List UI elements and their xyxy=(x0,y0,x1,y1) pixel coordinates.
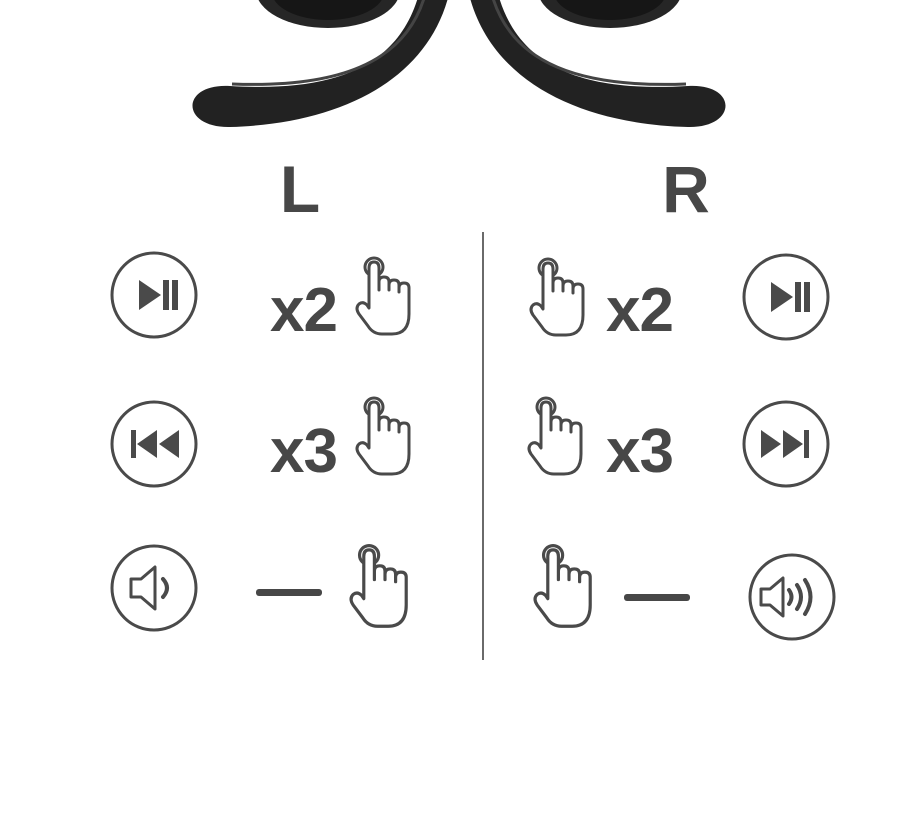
right-earbud xyxy=(470,0,726,128)
right-side-label: R xyxy=(662,152,710,226)
tap-count: x3 xyxy=(270,417,338,486)
hold-indicator xyxy=(624,594,690,601)
tap-count: x2 xyxy=(606,276,674,345)
tap-count: x2 xyxy=(270,276,338,345)
hold-indicator xyxy=(256,589,322,596)
previous-track-icon xyxy=(110,400,198,488)
play-pause-icon xyxy=(742,253,830,341)
center-divider xyxy=(482,232,484,660)
tap-gesture-icon xyxy=(355,256,411,336)
volume-up-icon xyxy=(748,553,836,641)
left-side-label: L xyxy=(279,152,321,226)
left-earbud xyxy=(192,0,448,128)
tap-gesture-icon xyxy=(527,396,583,476)
earbuds-illustration xyxy=(192,0,726,128)
tap-gesture-icon xyxy=(355,396,411,476)
tap-count: x3 xyxy=(606,417,674,486)
tap-gesture-icon xyxy=(533,544,592,628)
volume-down-icon xyxy=(110,544,198,632)
tap-gesture-icon xyxy=(529,257,585,337)
next-track-icon xyxy=(742,400,830,488)
play-pause-icon xyxy=(110,251,198,339)
tap-gesture-icon xyxy=(349,544,408,628)
